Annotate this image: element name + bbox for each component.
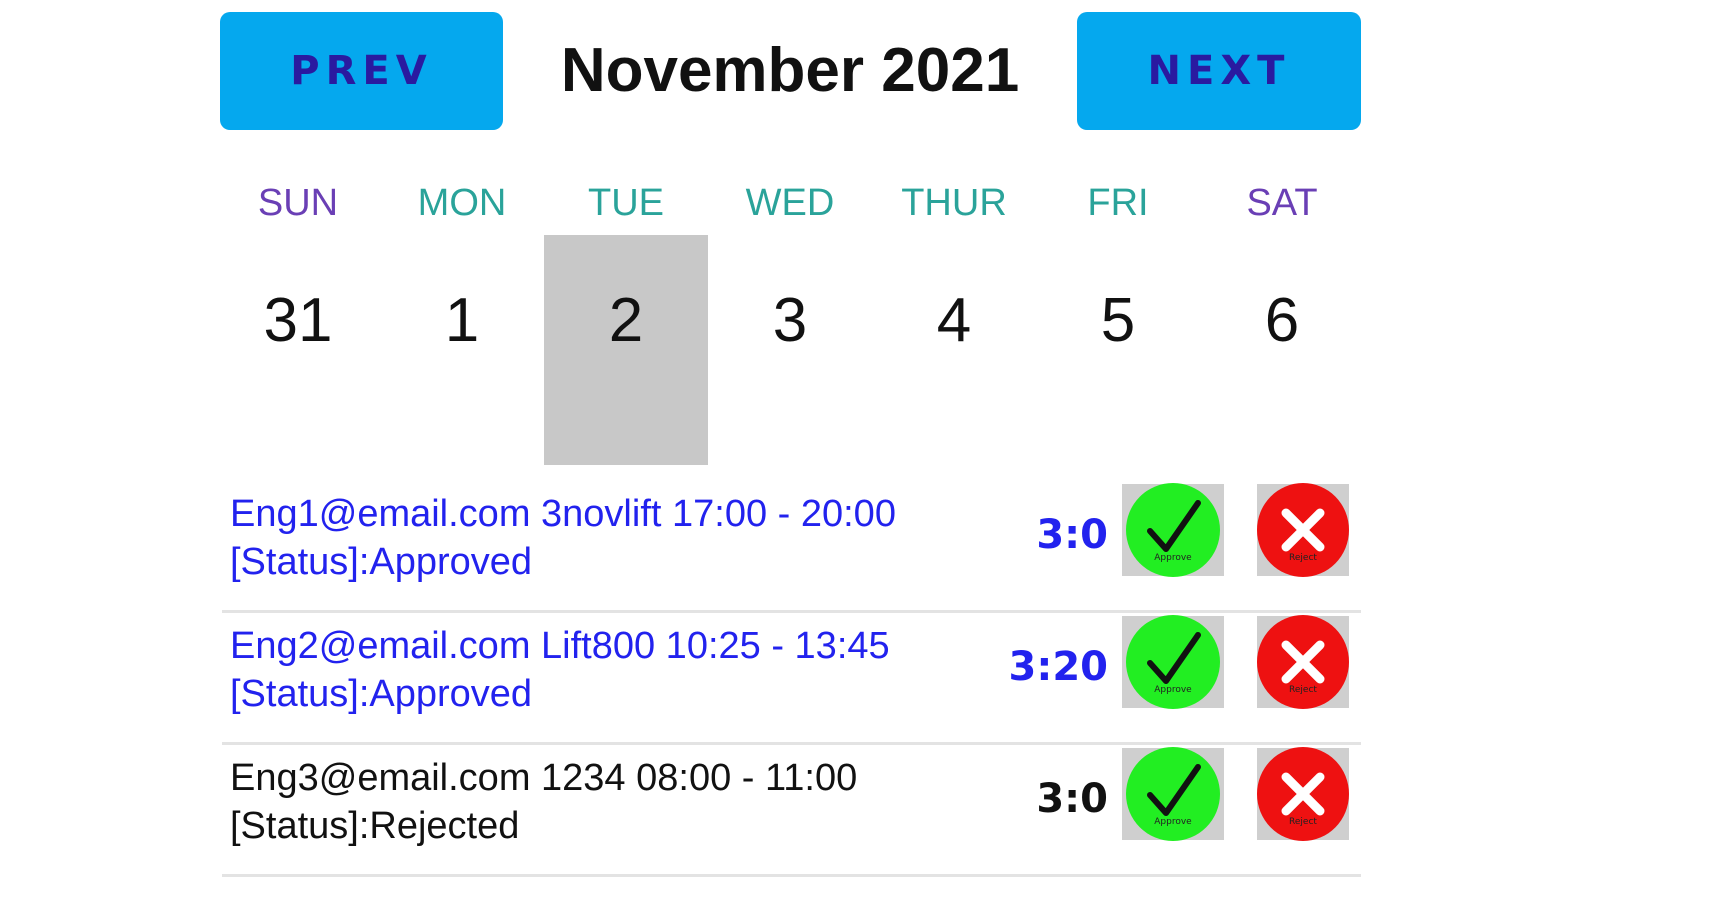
- day-number: 31: [263, 286, 333, 355]
- weekday-sun: SUN: [257, 182, 339, 224]
- x-icon: [1281, 640, 1325, 684]
- event-row[interactable]: Eng1@email.com 3novlift 17:00 - 20:00 [S…: [222, 480, 1361, 613]
- weekday-fri: FRI: [1087, 182, 1149, 224]
- approve-caption: Approve: [1154, 553, 1192, 563]
- day-cell[interactable]: 6: [1200, 235, 1364, 465]
- day-number: 4: [936, 286, 972, 355]
- day-cell[interactable]: 3: [708, 235, 872, 465]
- day-number: 6: [1264, 286, 1300, 355]
- reject-caption: Reject: [1289, 817, 1317, 827]
- x-icon: [1281, 508, 1325, 552]
- event-status: [Status]:Approved: [230, 541, 533, 583]
- event-duration: 3:0: [1036, 776, 1108, 822]
- event-details: Eng3@email.com 1234 08:00 - 11:00 [Statu…: [230, 754, 1030, 850]
- approve-button[interactable]: Approve: [1122, 747, 1224, 841]
- event-duration: 3:20: [1008, 644, 1109, 690]
- day-cell[interactable]: 4: [872, 235, 1036, 465]
- approve-caption: Approve: [1154, 685, 1192, 695]
- weekday-tue: TUE: [588, 182, 664, 224]
- approve-badge: Approve: [1126, 615, 1220, 709]
- event-duration: 3:0: [1036, 512, 1108, 558]
- event-row[interactable]: Eng2@email.com Lift800 10:25 - 13:45 [St…: [222, 612, 1361, 745]
- day-cell[interactable]: 1: [380, 235, 544, 465]
- day-cell[interactable]: 5: [1036, 235, 1200, 465]
- weekday-mon: MON: [417, 182, 507, 224]
- reject-caption: Reject: [1289, 685, 1317, 695]
- event-status: [Status]:Rejected: [230, 805, 520, 847]
- approve-badge: Approve: [1126, 483, 1220, 577]
- event-summary: Eng3@email.com 1234 08:00 - 11:00: [230, 757, 858, 799]
- approve-button[interactable]: Approve: [1122, 615, 1224, 709]
- day-cell-selected[interactable]: 2: [544, 235, 708, 465]
- day-number: 5: [1100, 286, 1136, 355]
- reject-badge: Reject: [1257, 747, 1349, 841]
- weekday-thur: THUR: [901, 182, 1007, 224]
- next-month-button[interactable]: NEXT: [1077, 12, 1361, 130]
- x-icon: [1281, 772, 1325, 816]
- event-status: [Status]:Approved: [230, 673, 533, 715]
- approve-caption: Approve: [1154, 817, 1192, 827]
- prev-month-button[interactable]: PREV: [220, 12, 503, 130]
- day-number: 2: [608, 286, 644, 355]
- day-cell[interactable]: 31: [216, 235, 380, 465]
- reject-caption: Reject: [1289, 553, 1317, 563]
- approve-badge: Approve: [1126, 747, 1220, 841]
- month-title: November 2021: [560, 35, 1020, 105]
- event-summary: Eng2@email.com Lift800 10:25 - 13:45: [230, 625, 890, 667]
- event-summary: Eng1@email.com 3novlift 17:00 - 20:00: [230, 493, 896, 535]
- weekday-sat: SAT: [1246, 182, 1318, 224]
- event-row[interactable]: Eng3@email.com 1234 08:00 - 11:00 [Statu…: [222, 744, 1361, 877]
- reject-badge: Reject: [1257, 615, 1349, 709]
- reject-button[interactable]: Reject: [1257, 615, 1349, 709]
- reject-badge: Reject: [1257, 483, 1349, 577]
- event-details: Eng2@email.com Lift800 10:25 - 13:45 [St…: [230, 622, 1030, 718]
- weekday-wed: WED: [745, 182, 835, 224]
- reject-button[interactable]: Reject: [1257, 483, 1349, 577]
- reject-button[interactable]: Reject: [1257, 747, 1349, 841]
- event-details: Eng1@email.com 3novlift 17:00 - 20:00 [S…: [230, 490, 1030, 586]
- approve-button[interactable]: Approve: [1122, 483, 1224, 577]
- day-number: 3: [772, 286, 808, 355]
- day-number: 1: [444, 286, 480, 355]
